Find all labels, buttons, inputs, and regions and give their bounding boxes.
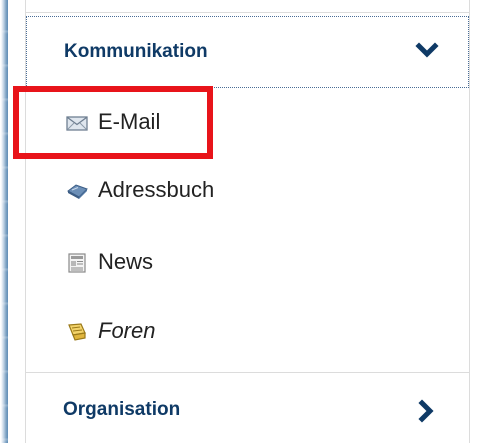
- menu-item-adressbuch[interactable]: Adressbuch: [26, 163, 469, 223]
- menu-item-label: Adressbuch: [98, 177, 215, 202]
- sidebar-screenshot: Kommunikation E-Mail Adressbuch News For…: [0, 0, 478, 443]
- divider: [26, 12, 469, 13]
- section-header-organisation[interactable]: Organisation: [26, 372, 469, 443]
- menu-item-foren[interactable]: Foren: [26, 304, 469, 364]
- left-edge-stripe: [0, 0, 8, 443]
- highlight-box: [13, 86, 213, 159]
- section-title: Organisation: [63, 399, 181, 420]
- section-header-kommunikation[interactable]: Kommunikation: [26, 16, 469, 88]
- forum-icon: [68, 323, 86, 341]
- menu-item-news[interactable]: News: [26, 235, 469, 295]
- chevron-down-icon: [415, 42, 439, 58]
- menu-item-label: Foren: [98, 318, 156, 343]
- address-book-icon: [67, 184, 88, 199]
- chevron-right-icon: [418, 399, 434, 423]
- newspaper-icon: [68, 253, 86, 273]
- section-title: Kommunikation: [64, 41, 208, 62]
- menu-item-label: News: [98, 249, 154, 274]
- sidebar-menu: Kommunikation E-Mail Adressbuch News For…: [25, 0, 470, 443]
